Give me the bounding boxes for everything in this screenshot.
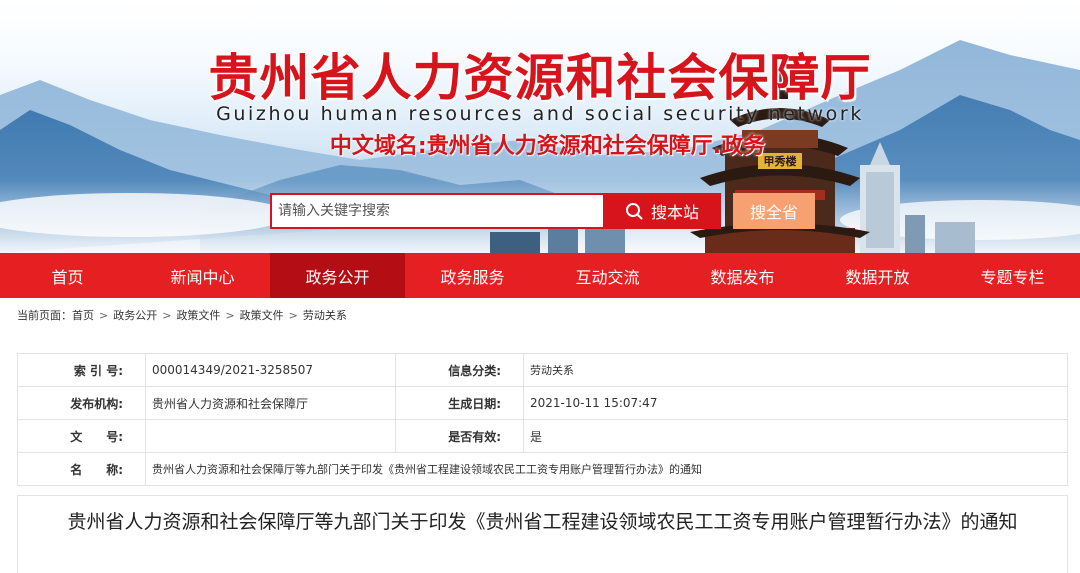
date-value: 2021-10-11 15:07:47 [523, 386, 1068, 420]
document-info-table: 索 引 号: 000014349/2021-3258507 信息分类: 劳动关系… [17, 353, 1068, 486]
breadcrumb-item-policy-2[interactable]: 政策文件 [240, 307, 284, 323]
index-label: 索 引 号: [17, 353, 146, 387]
search-input[interactable] [270, 193, 603, 229]
valid-value: 是 [523, 419, 1068, 453]
search-site-button[interactable]: 搜本站 [603, 193, 721, 229]
search-all-button[interactable]: 搜全省 [733, 193, 815, 229]
docno-label: 文 号: [17, 419, 146, 453]
publisher-label: 发布机构: [17, 386, 146, 420]
breadcrumb-separator: > [162, 308, 172, 322]
nav-item-news[interactable]: 新闻中心 [135, 253, 270, 298]
breadcrumb-prefix: 当前页面： [17, 309, 72, 322]
search-icon [625, 203, 643, 220]
breadcrumb-separator: > [225, 308, 235, 322]
breadcrumb: 当前页面： 首页 > 政务公开 > 政策文件 > 政策文件 > 劳动关系 [17, 306, 347, 324]
table-row: 发布机构: 贵州省人力资源和社会保障厅 生成日期: 2021-10-11 15:… [17, 386, 1068, 420]
site-subtitle: Guizhou human resources and social secur… [216, 103, 864, 125]
nav-item-home[interactable]: 首页 [0, 253, 135, 298]
breadcrumb-item-policy-1[interactable]: 政策文件 [176, 307, 220, 323]
site-title: 贵州省人力资源和社会保障厅 [208, 49, 872, 107]
breadcrumb-item-labor[interactable]: 劳动关系 [303, 307, 347, 323]
breadcrumb-separator: > [288, 308, 298, 322]
table-row: 名 称: 贵州省人力资源和社会保障厅等九部门关于印发《贵州省工程建设领域农民工工… [17, 452, 1068, 486]
date-label: 生成日期: [395, 386, 524, 420]
site-banner: 甲秀楼 贵州省人力资源和社会保障厅 Guizhou human resource… [0, 0, 1080, 253]
search-bar: 搜本站 搜全省 [270, 193, 815, 229]
main-nav: 首页 新闻中心 政务公开 政务服务 互动交流 数据发布 数据开放 专题专栏 [0, 253, 1080, 298]
nav-item-interaction[interactable]: 互动交流 [540, 253, 675, 298]
breadcrumb-item-gov-affairs[interactable]: 政务公开 [113, 307, 157, 323]
breadcrumb-separator: > [99, 308, 109, 322]
name-label: 名 称: [17, 452, 146, 486]
table-row: 文 号: 是否有效: 是 [17, 419, 1068, 453]
nav-item-data-release[interactable]: 数据发布 [675, 253, 810, 298]
nav-item-open-data[interactable]: 数据开放 [810, 253, 945, 298]
index-value: 000014349/2021-3258507 [145, 353, 396, 387]
valid-label: 是否有效: [395, 419, 524, 453]
nav-item-services[interactable]: 政务服务 [405, 253, 540, 298]
category-value: 劳动关系 [523, 353, 1068, 387]
search-site-label: 搜本站 [650, 203, 699, 222]
table-row: 索 引 号: 000014349/2021-3258507 信息分类: 劳动关系 [17, 353, 1068, 387]
nav-item-topics[interactable]: 专题专栏 [945, 253, 1080, 298]
article-title: 贵州省人力资源和社会保障厅等九部门关于印发《贵州省工程建设领域农民工工资专用账户… [67, 511, 1018, 533]
nav-item-gov-affairs[interactable]: 政务公开 [270, 253, 405, 298]
breadcrumb-item-home[interactable]: 首页 [72, 307, 94, 323]
docno-value [145, 419, 396, 453]
article-header: 贵州省人力资源和社会保障厅等九部门关于印发《贵州省工程建设领域农民工工资专用账户… [17, 495, 1068, 573]
publisher-value: 贵州省人力资源和社会保障厅 [145, 386, 396, 420]
site-domain: 中文域名:贵州省人力资源和社会保障厅.政务 [329, 134, 766, 159]
category-label: 信息分类: [395, 353, 524, 387]
name-value: 贵州省人力资源和社会保障厅等九部门关于印发《贵州省工程建设领域农民工工资专用账户… [145, 452, 1068, 486]
